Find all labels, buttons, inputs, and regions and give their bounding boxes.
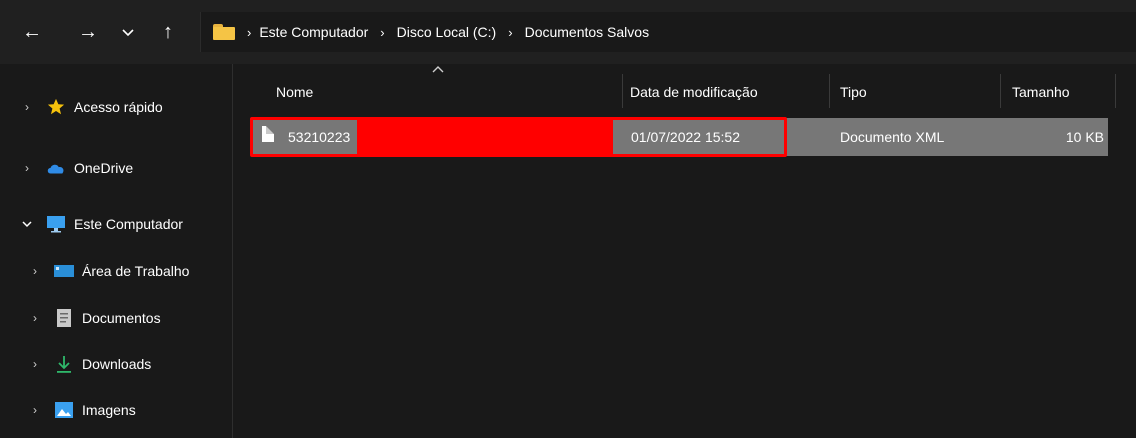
- desktop-icon: [54, 262, 74, 280]
- sidebar-item-este-computador[interactable]: Este Computador: [0, 209, 232, 239]
- file-type: Documento XML: [840, 129, 945, 145]
- sidebar-item-imagens[interactable]: › Imagens: [0, 395, 232, 425]
- forward-button[interactable]: →: [76, 20, 100, 44]
- navigation-bar: ← → ↑ › Este Computador › Disco Local (C…: [0, 0, 1136, 64]
- chevron-down-icon[interactable]: [20, 217, 34, 231]
- column-header-type[interactable]: Tipo: [840, 72, 990, 112]
- up-button[interactable]: ↑: [156, 20, 180, 44]
- column-header-label: Nome: [276, 84, 314, 100]
- sidebar-item-label: Imagens: [82, 402, 136, 418]
- chevron-right-icon[interactable]: ›: [28, 403, 42, 417]
- sidebar-item-area-de-trabalho[interactable]: › Área de Trabalho: [0, 256, 232, 286]
- sidebar-item-label: Downloads: [82, 356, 152, 372]
- breadcrumb-separator: ›: [247, 24, 252, 40]
- navigation-pane: › Acesso rápido › OneDrive Este Computad…: [0, 64, 233, 438]
- sidebar-item-label: Área de Trabalho: [82, 263, 190, 279]
- column-header-name[interactable]: Nome: [276, 72, 616, 112]
- sidebar-item-acesso-rapido[interactable]: › Acesso rápido: [0, 92, 232, 122]
- breadcrumb-item-este-computador[interactable]: Este Computador: [259, 24, 368, 40]
- address-bar[interactable]: › Este Computador › Disco Local (C:) › D…: [200, 12, 1136, 52]
- chevron-right-icon[interactable]: ›: [28, 311, 42, 325]
- chevron-right-icon[interactable]: ›: [28, 264, 42, 278]
- breadcrumb-item-documentos-salvos[interactable]: Documentos Salvos: [525, 24, 650, 40]
- document-icon: [54, 309, 74, 327]
- column-divider[interactable]: [1000, 74, 1001, 108]
- chevron-right-icon[interactable]: ›: [28, 357, 42, 371]
- sidebar-item-label: Este Computador: [74, 216, 183, 232]
- breadcrumb-separator: ›: [508, 24, 513, 40]
- sidebar-item-documentos[interactable]: › Documentos: [0, 303, 232, 333]
- chevron-down-icon: [122, 24, 134, 40]
- column-divider[interactable]: [829, 74, 830, 108]
- star-icon: [46, 98, 66, 116]
- sidebar-item-onedrive[interactable]: › OneDrive: [0, 153, 232, 183]
- sidebar-item-downloads[interactable]: › Downloads: [0, 349, 232, 379]
- up-arrow-icon: ↑: [163, 20, 173, 43]
- column-header-size[interactable]: Tamanho: [1012, 72, 1112, 112]
- forward-arrow-icon: →: [78, 20, 98, 43]
- cloud-icon: [46, 159, 66, 177]
- back-arrow-icon: ←: [22, 20, 42, 43]
- column-divider[interactable]: [622, 74, 623, 108]
- sidebar-item-label: Acesso rápido: [74, 99, 163, 115]
- column-header-date[interactable]: Data de modificação: [630, 72, 820, 112]
- breadcrumb-item-disco-local[interactable]: Disco Local (C:): [397, 24, 497, 40]
- download-icon: [54, 355, 74, 373]
- file-size: 10 KB: [1065, 129, 1104, 145]
- chevron-right-icon[interactable]: ›: [20, 161, 34, 175]
- recent-locations-button[interactable]: [116, 20, 140, 44]
- sidebar-item-label: Documentos: [82, 310, 161, 326]
- column-divider[interactable]: [1115, 74, 1116, 108]
- pictures-icon: [54, 401, 74, 419]
- breadcrumb-separator: ›: [380, 24, 385, 40]
- sidebar-item-label: OneDrive: [74, 160, 134, 176]
- column-header-label: Tamanho: [1012, 84, 1070, 100]
- computer-icon: [46, 215, 66, 233]
- highlight-outline: [250, 117, 787, 157]
- column-header-label: Tipo: [840, 84, 867, 100]
- chevron-right-icon[interactable]: ›: [20, 100, 34, 114]
- folder-icon: [213, 24, 235, 40]
- column-header-label: Data de modificação: [630, 84, 758, 100]
- back-button[interactable]: ←: [20, 20, 44, 44]
